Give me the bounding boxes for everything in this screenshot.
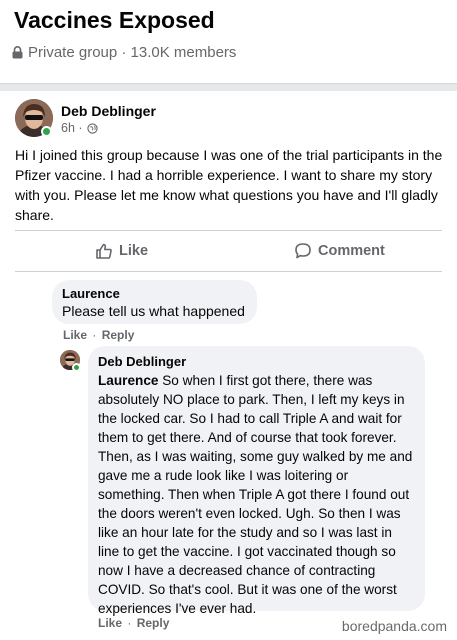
like-button-label: Like [119, 243, 149, 259]
comment-author[interactable]: Laurence [62, 285, 247, 302]
lock-icon [12, 46, 23, 59]
comment-button[interactable]: Comment [294, 236, 385, 266]
online-status-dot [72, 363, 81, 372]
actions-divider-bottom [15, 271, 442, 272]
comment-bubble-icon [295, 243, 311, 259]
reply-text-body: So when I first got there, there was abs… [98, 373, 413, 616]
meta-separator: · [92, 328, 97, 342]
section-gap [0, 84, 457, 91]
post-body: Hi I joined this group because I was one… [15, 147, 443, 223]
reply-actions: Like · Reply [98, 616, 169, 630]
reply-reply-link[interactable]: Reply [137, 616, 170, 630]
group-meta: Private group · 13.0K members [12, 44, 236, 61]
meta-separator: · [127, 616, 132, 630]
mention-link[interactable]: Laurence [98, 373, 158, 388]
comment-button-label: Comment [318, 243, 385, 259]
reply-text: Laurence So when I first got there, ther… [98, 371, 416, 618]
online-status-dot [41, 126, 52, 137]
like-button[interactable]: Like [95, 236, 148, 266]
comment-reply-link[interactable]: Reply [102, 328, 135, 342]
watermark: boredpanda.com [341, 618, 447, 634]
post-timestamp[interactable]: 6h · [61, 121, 98, 135]
group-meta-text: Private group · 13.0K members [28, 44, 237, 61]
globe-icon [86, 122, 98, 134]
group-title[interactable]: Vaccines Exposed [14, 7, 215, 34]
actions-divider-top [15, 230, 442, 231]
group-header: Vaccines Exposed Private group · 13.0K m… [0, 0, 457, 84]
comment-bubble: Laurence Please tell us what happened [52, 280, 257, 324]
comment-actions: Like · Reply [63, 328, 134, 342]
comment-text: Please tell us what happened [62, 303, 245, 319]
post-time-text: 6h · [61, 121, 83, 135]
comment-like-link[interactable]: Like [63, 328, 87, 342]
post-author-name[interactable]: Deb Deblinger [61, 103, 156, 119]
reply-like-link[interactable]: Like [98, 616, 122, 630]
thumbs-up-icon [96, 243, 112, 259]
reply-author[interactable]: Deb Deblinger [98, 353, 416, 370]
reply-bubble: Deb Deblinger Laurence So when I first g… [88, 346, 425, 616]
